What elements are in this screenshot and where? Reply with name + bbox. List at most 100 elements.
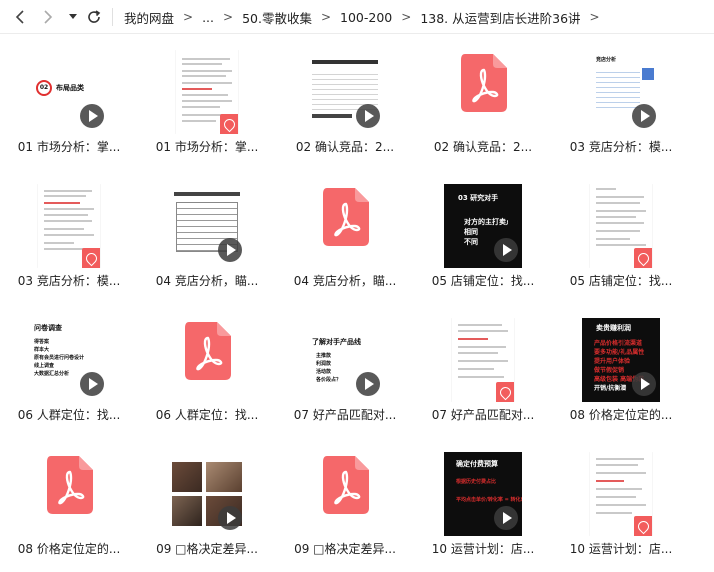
file-tile[interactable]: 09 □格决定差异... [276,436,414,566]
file-name: 01 市场分析：掌... [155,140,259,154]
file-name: 01 市场分析：掌... [17,140,121,154]
pdf-thumbnail [138,318,276,402]
breadcrumb-item[interactable]: 138. 从运营到店长进阶36讲 [420,8,580,27]
slide-line: 相同 [464,228,478,236]
play-icon [494,238,518,262]
file-name: 09 □格决定差异... [294,542,396,556]
video-thumbnail: 竞店分析 [552,50,690,134]
slide-title: 竞店分析 [596,57,617,63]
pdf-file-icon [323,456,369,514]
play-icon [356,372,380,396]
chevron-right-icon: > [401,10,412,24]
video-thumbnail: 03 研究对手 对方的主打卖点 相同 不同 [414,184,552,268]
toolbar: 我的网盘 > ... > 50.零散收集 > 100-200 > 138. 从运… [0,0,714,34]
file-name: 04 竞店分析，瞄... [155,274,259,288]
file-tile[interactable]: 了解对手产品线 主推款 利润款 活动款 各价段占？ 07 好产品匹配对... [276,302,414,432]
document-thumbnail [552,452,690,536]
file-name: 07 好产品匹配对... [431,408,535,422]
slide-line: 产品价格引流渠道 [594,340,643,347]
file-name: 06 人群定位：找... [155,408,259,422]
file-tile[interactable]: 05 店铺定位：找... [552,168,690,298]
document-thumbnail [138,50,276,134]
file-tile[interactable]: 04 竞店分析，瞄... [138,168,276,298]
pdf-thumbnail [276,184,414,268]
file-tile[interactable]: 07 好产品匹配对... [414,302,552,432]
file-tile[interactable]: 问卷调查 得答案 样本大 原有会员进行问卷设计 线上调查 大数据汇总分析 06 … [0,302,138,432]
play-icon [218,506,242,530]
document-thumbnail [414,318,552,402]
file-tile[interactable]: 02 确认竞品：2... [414,34,552,164]
pdf-thumbnail [276,452,414,536]
file-tile[interactable]: 10 运营计划：店... [552,436,690,566]
chevron-right-icon: > [320,10,332,24]
slide-line: 平均点击单价/转化率 = 转化成本 [456,497,522,503]
slide-title: 问卷调查 [34,324,62,332]
pdf-icon [496,382,514,402]
document-thumbnail [552,184,690,268]
file-tile[interactable]: 竞店分析 03 竞店分析：模... [552,34,690,164]
play-icon [494,506,518,530]
file-tile[interactable]: 08 价格定位定的... [0,436,138,566]
play-icon [218,238,242,262]
caret-down-icon [69,14,77,19]
file-tile[interactable]: 09 □格决定差异... [138,436,276,566]
breadcrumb-item[interactable]: ... [202,10,214,25]
file-tile[interactable]: 03 研究对手 对方的主打卖点 相同 不同 05 店铺定位：找... [414,168,552,298]
breadcrumb: 我的网盘 > ... > 50.零散收集 > 100-200 > 138. 从运… [124,0,609,34]
slide-line: 提升用户体验 [594,358,631,365]
refresh-button[interactable] [84,7,104,27]
file-name: 07 好产品匹配对... [293,408,397,422]
slide-title: 确定付费预算 [456,460,498,468]
video-thumbnail: 卖贵赚利润 产品价格引流渠道 要多功能/礼品属性 提升用户体验 做节假促销 高级… [552,318,690,402]
file-name: 05 店铺定位：找... [569,274,673,288]
pdf-file-icon [47,456,93,514]
file-name: 03 竞店分析：模... [569,140,673,154]
video-thumbnail: 02 布局品类 [0,50,138,134]
file-tile[interactable]: 卖贵赚利润 产品价格引流渠道 要多功能/礼品属性 提升用户体验 做节假促销 高级… [552,302,690,432]
breadcrumb-item[interactable]: 100-200 [340,10,392,25]
slide-title: 了解对手产品线 [312,338,361,346]
history-dropdown[interactable] [63,7,83,27]
slide-title: 卖贵赚利润 [596,324,631,332]
slide-title: 03 研究对手 [458,194,499,202]
chevron-right-icon [44,10,53,24]
chevron-right-icon: > [223,10,234,24]
slide-line: 做节假促销 [594,367,625,374]
file-name: 06 人群定位：找... [17,408,121,422]
slide-line: 根据历史付费占比 [456,479,497,485]
chevron-right-icon: > [589,10,600,24]
file-tile[interactable]: 确定付费预算 根据历史付费占比 平均点击单价/转化率 = 转化成本 10 运营计… [414,436,552,566]
file-tile[interactable]: 04 竞店分析，瞄... [276,168,414,298]
file-name: 05 店铺定位：找... [431,274,535,288]
slide-line: 要多功能/礼品属性 [594,349,645,356]
video-thumbnail: 问卷调查 得答案 样本大 原有会员进行问卷设计 线上调查 大数据汇总分析 [0,318,138,402]
pdf-file-icon [185,322,231,380]
file-name: 10 运营计划：店... [431,542,535,556]
file-name: 03 竞店分析：模... [17,274,121,288]
play-icon [632,104,656,128]
play-icon [356,104,380,128]
file-name: 08 价格定位定的... [569,408,673,422]
file-tile[interactable]: 01 市场分析：掌... [138,34,276,164]
file-tile[interactable]: 03 竞店分析：模... [0,168,138,298]
file-name: 08 价格定位定的... [17,542,121,556]
breadcrumb-item[interactable]: 我的网盘 [124,8,174,27]
file-tile[interactable]: 06 人群定位：找... [138,302,276,432]
refresh-icon [88,10,101,23]
chevron-right-icon: > [183,10,194,24]
slide-line: 大数据汇总分析 [34,371,70,377]
file-tile[interactable]: 02 确认竞品：2... [276,34,414,164]
pdf-icon [634,516,652,536]
play-icon [80,372,104,396]
file-name: 09 □格决定差异... [156,542,258,556]
video-thumbnail [276,50,414,134]
breadcrumb-item[interactable]: 50.零散收集 [242,8,312,27]
slide-line: 开销/抗衡潜 [594,385,627,392]
video-thumbnail [138,452,276,536]
pdf-file-icon [461,54,507,112]
document-thumbnail [0,184,138,268]
back-button[interactable] [10,7,30,27]
forward-button[interactable] [38,7,58,27]
file-tile[interactable]: 02 布局品类 01 市场分析：掌... [0,34,138,164]
toolbar-divider [112,8,113,26]
